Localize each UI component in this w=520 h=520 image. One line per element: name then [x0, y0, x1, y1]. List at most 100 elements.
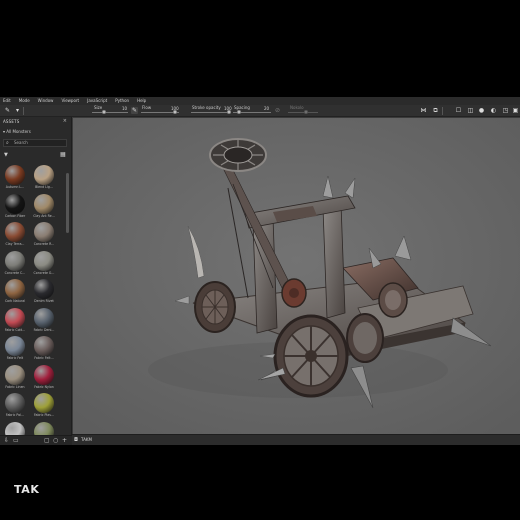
menu-window[interactable]: Window: [34, 97, 58, 105]
symmetry-icon[interactable]: ⋈: [420, 107, 427, 114]
display-settings-icon[interactable]: ◫: [467, 107, 474, 114]
close-icon[interactable]: ×: [63, 118, 67, 124]
menu-bar: Edit Mode Window Viewport JavaScript Pyt…: [0, 97, 520, 105]
import-icon[interactable]: ⇩: [4, 437, 9, 444]
spacing-value[interactable]: 20: [264, 106, 269, 111]
brush-preset-icon[interactable]: ✎: [4, 107, 11, 114]
clone-icon[interactable]: ⧉: [432, 107, 439, 114]
share-icon[interactable]: ◳: [502, 107, 509, 114]
material-thumbnail[interactable]: Fabric Felt...: [31, 335, 57, 364]
material-label: Fabric Pol...: [5, 413, 25, 417]
material-sphere-preview: [5, 393, 25, 413]
material-thumbnail[interactable]: Fabric Felt: [2, 335, 28, 364]
assets-panel: ASSETS × ▾ All Monsters ⌕ Search ▼ ▦ Aut…: [0, 117, 72, 445]
flow-value[interactable]: 100: [171, 106, 179, 111]
camera-icon[interactable]: ●: [478, 107, 485, 114]
material-thumbnail[interactable]: Autumn L...: [2, 164, 28, 193]
material-label: Fabric Linen: [5, 384, 25, 389]
material-thumbnail[interactable]: Carbon Fiber: [2, 193, 28, 222]
status-tab-label: TAKM: [81, 437, 92, 442]
material-thumbnail[interactable]: Clay Ant Re...: [31, 193, 57, 222]
menu-help[interactable]: Help: [133, 97, 150, 105]
material-thumbnail[interactable]: Cork Natural: [2, 278, 28, 307]
material-label: Concrete C...: [4, 270, 26, 275]
material-thumbnail[interactable]: Fabric Pol...: [2, 392, 28, 421]
pen-pressure-icon[interactable]: ✎: [131, 107, 138, 114]
material-label: Fabric Cott...: [4, 327, 26, 332]
disabled-slider[interactable]: [288, 112, 318, 113]
material-label: Concrete R...: [33, 242, 55, 246]
material-label: Denim Rivet: [34, 299, 54, 303]
material-sphere-preview: [34, 336, 54, 356]
material-thumbnail[interactable]: Fabric Cott...: [2, 307, 28, 336]
spacing-slider-handle[interactable]: [237, 110, 241, 114]
stroke-opacity-label: Stroke opacity: [192, 105, 221, 110]
more-icon[interactable]: ▣: [512, 107, 519, 114]
last-option-label: Nokolo: [290, 105, 304, 110]
folder-icon[interactable]: ▭: [13, 437, 19, 444]
app-window: Edit Mode Window Viewport JavaScript Pyt…: [0, 97, 520, 445]
material-thumbnail[interactable]: Clay Terra...: [2, 221, 28, 250]
size-value[interactable]: 10: [122, 106, 127, 111]
toolbar-divider: [23, 107, 24, 115]
material-sphere-preview: [34, 307, 54, 328]
material-thumbnail[interactable]: Fabric Deni...: [31, 307, 57, 336]
chevron-down-icon[interactable]: ▾: [14, 107, 21, 114]
size-slider-handle[interactable]: [102, 110, 106, 114]
material-thumbnail[interactable]: Blend Lig...: [31, 164, 57, 193]
brand-logo: TAK: [14, 483, 40, 496]
material-label: Autumn L...: [5, 185, 25, 189]
assets-scrollbar[interactable]: [66, 173, 69, 233]
menu-javascript[interactable]: JavaScript: [83, 97, 111, 105]
assets-tree-item[interactable]: ▾ All Monsters: [3, 129, 31, 134]
size-label: Size: [94, 105, 103, 110]
material-sphere-preview: [34, 393, 54, 413]
lazy-mouse-icon[interactable]: ⊘: [274, 107, 281, 114]
stroke-opacity-slider[interactable]: [191, 112, 231, 113]
status-tab[interactable]: ◘ TAKM: [73, 436, 92, 444]
material-label: Blend Lig...: [35, 185, 53, 189]
search-placeholder: Search: [14, 140, 28, 145]
grid-view-icon[interactable]: ▦: [60, 151, 66, 158]
search-input[interactable]: ⌕ Search: [3, 139, 67, 147]
menu-mode[interactable]: Mode: [15, 97, 34, 105]
info-icon[interactable]: ○: [53, 437, 58, 444]
3d-viewport[interactable]: [73, 118, 520, 434]
asset-grid: Autumn L... Blend Lig... Carbon Fiber Clay …: [2, 164, 66, 445]
material-label: Fabric Felt: [6, 356, 24, 360]
material-thumbnail[interactable]: Concrete C...: [2, 250, 28, 279]
material-sphere-preview: [5, 165, 25, 185]
material-label: Clay Terra...: [5, 242, 25, 246]
texture-set-icon: ◘: [74, 437, 78, 443]
material-thumbnail[interactable]: Concrete R...: [31, 221, 57, 250]
filter-icon[interactable]: ▼: [4, 152, 8, 158]
viewport-square-icon[interactable]: ☐: [455, 107, 462, 114]
material-thumbnail[interactable]: Fabric Nylon: [31, 364, 57, 393]
material-thumbnail[interactable]: Fabric Plas...: [31, 392, 57, 421]
material-label: Fabric Nylon: [34, 384, 54, 389]
material-thumbnail[interactable]: Concrete G...: [31, 250, 57, 279]
flow-label: Flow: [142, 105, 152, 110]
material-sphere-preview: [34, 222, 54, 242]
material-label: Fabric Deni...: [33, 327, 55, 332]
catapult-model: [73, 118, 520, 434]
delete-icon[interactable]: ▢: [44, 437, 50, 444]
stroke-opacity-value[interactable]: 100: [224, 106, 232, 111]
menu-edit[interactable]: Edit: [0, 97, 15, 105]
material-sphere-preview: [34, 364, 54, 385]
material-sphere-preview: [5, 279, 25, 299]
material-sphere-preview: [5, 222, 25, 242]
add-icon[interactable]: +: [62, 437, 67, 444]
menu-python[interactable]: Python: [111, 97, 133, 105]
material-label: Fabric Plas...: [34, 413, 54, 417]
material-sphere-preview: [34, 193, 54, 214]
size-slider[interactable]: [92, 112, 128, 113]
material-thumbnail[interactable]: Denim Rivet: [31, 278, 57, 307]
material-label: Concrete G...: [33, 270, 55, 275]
material-label: Cork Natural: [4, 299, 26, 303]
render-icon[interactable]: ◐: [490, 107, 497, 114]
material-thumbnail[interactable]: Fabric Linen: [2, 364, 28, 393]
menu-viewport[interactable]: Viewport: [57, 97, 83, 105]
disabled-slider-handle[interactable]: [304, 110, 308, 114]
assets-footer: ⇩ ▭ ▢ ○ +: [0, 435, 72, 445]
